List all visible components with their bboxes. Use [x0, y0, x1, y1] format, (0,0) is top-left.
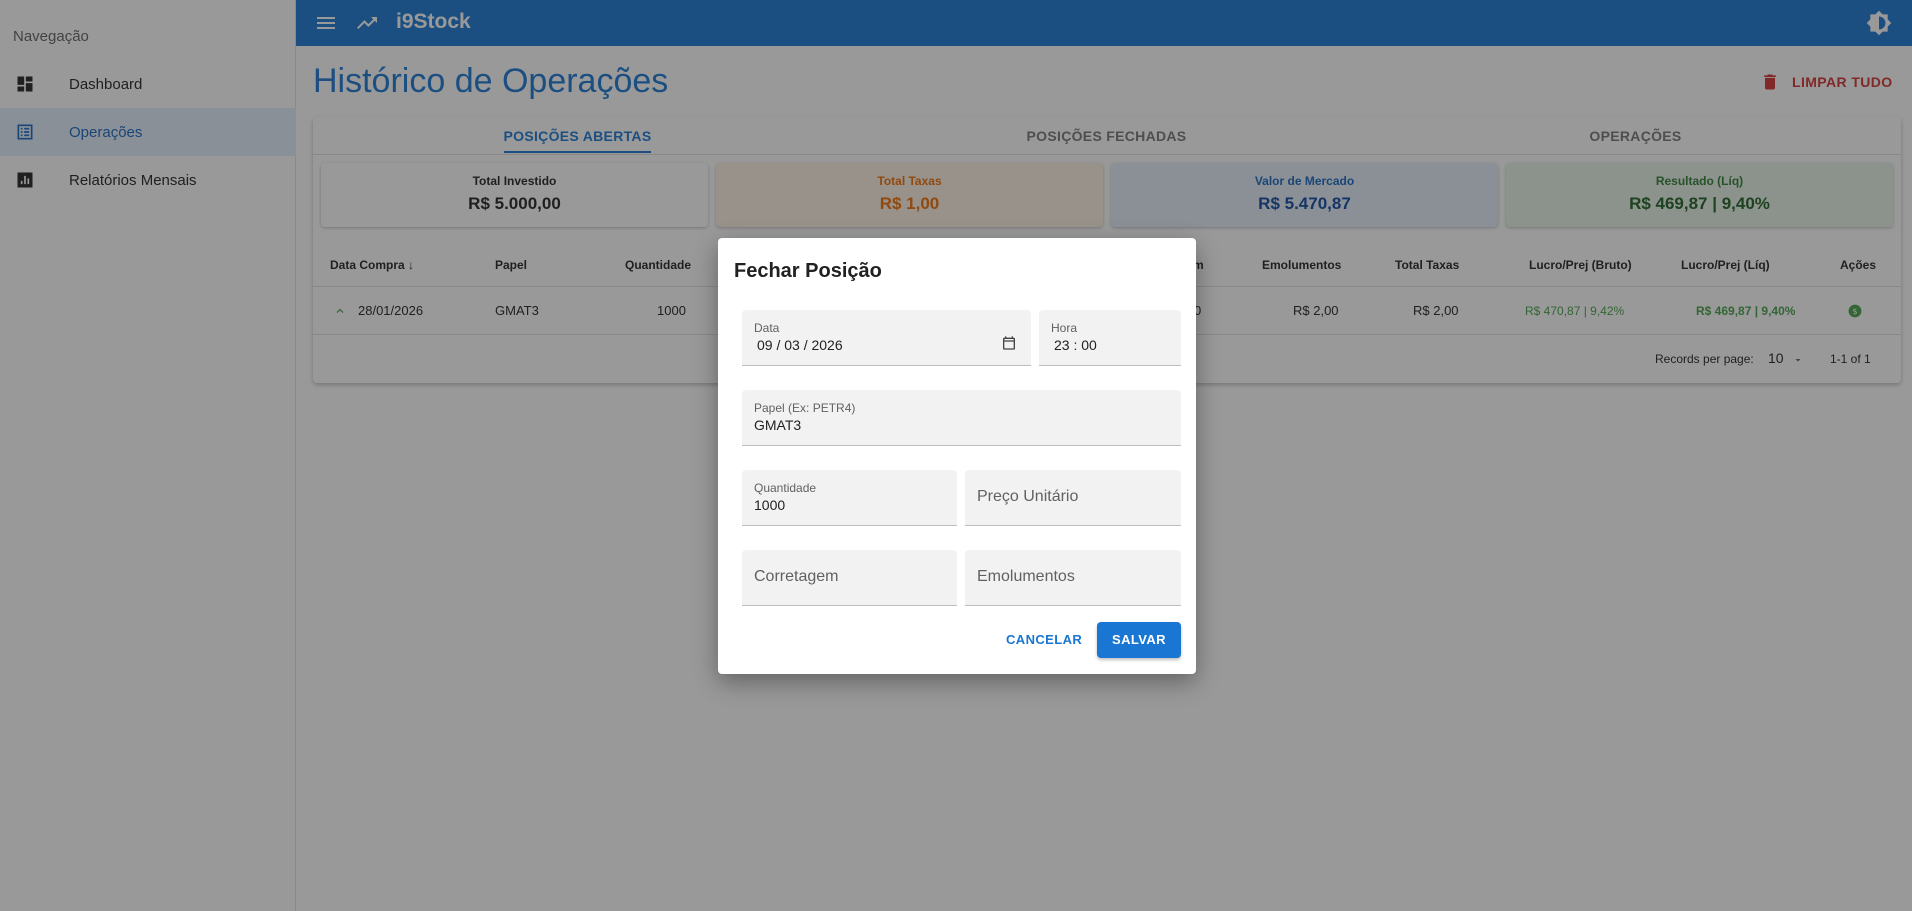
ticker-field[interactable]: Papel (Ex: PETR4) GMAT3: [742, 390, 1181, 446]
ticker-value: GMAT3: [754, 417, 802, 433]
brokerage-field[interactable]: Corretagem: [742, 550, 957, 606]
unit-price-field[interactable]: Preço Unitário: [965, 470, 1181, 526]
fees-field[interactable]: Emolumentos: [965, 550, 1181, 606]
quantity-value: 1000: [754, 497, 786, 513]
time-field[interactable]: Hora 23 : 00: [1039, 310, 1181, 366]
date-field[interactable]: Data 09 / 03 / 2026: [742, 310, 1031, 366]
close-position-dialog: Fechar Posição Data 09 / 03 / 2026 Hora …: [718, 238, 1196, 674]
dialog-title: Fechar Posição: [734, 260, 882, 282]
save-button[interactable]: SALVAR: [1097, 622, 1181, 658]
quantity-field[interactable]: Quantidade 1000: [742, 470, 957, 526]
calendar-icon[interactable]: [1001, 335, 1017, 351]
time-value: 23 : 00: [1054, 337, 1097, 353]
date-value: 09 / 03 / 2026: [757, 337, 843, 353]
cancel-button[interactable]: CANCELAR: [998, 622, 1090, 658]
